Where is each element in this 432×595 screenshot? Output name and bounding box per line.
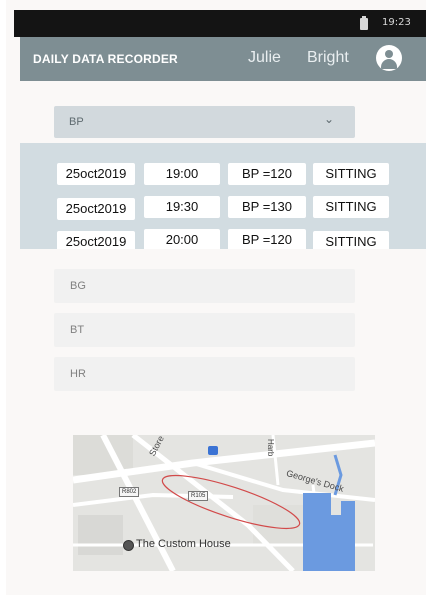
readings-panel: 25oct2019 19:00 BP =120 SITTING 25oct201… (20, 143, 426, 249)
street-label: Harb (266, 439, 275, 457)
bt-field[interactable]: BT (54, 313, 355, 347)
reading-position: SITTING (313, 231, 389, 249)
reading-time: 20:00 (144, 229, 220, 249)
reading-value: BP =130 (228, 196, 306, 218)
measure-type-select[interactable]: BP ⌄ (54, 106, 355, 138)
chevron-down-icon: ⌄ (324, 112, 335, 126)
bg-label: BG (70, 280, 86, 292)
road-badge: R802 (119, 487, 140, 497)
transit-icon (208, 446, 218, 455)
reading-date: 25oct2019 (57, 163, 135, 185)
avatar-body (381, 59, 397, 69)
bg-field[interactable]: BG (54, 269, 355, 303)
avatar-icon[interactable] (376, 45, 402, 71)
map-canvas (73, 435, 375, 571)
hr-field[interactable]: HR (54, 357, 355, 391)
map-place-label: The Custom House (136, 538, 231, 550)
reading-position: SITTING (313, 163, 389, 185)
reading-date: 25oct2019 (57, 198, 135, 220)
avatar-head (385, 50, 393, 58)
location-map[interactable]: Store St George's Dock Harb R802 R105 Th… (73, 435, 375, 571)
status-bar: 19:23 (14, 10, 426, 37)
reading-date: 25oct2019 (57, 231, 135, 249)
reading-time: 19:30 (144, 196, 220, 218)
reading-time: 19:00 (144, 163, 220, 185)
reading-value: BP =120 (228, 229, 306, 249)
battery-icon (360, 16, 368, 30)
app-title: DAILY DATA RECORDER (33, 52, 178, 66)
reading-value: BP =120 (228, 163, 306, 185)
user-first-name: Julie (248, 49, 281, 66)
measure-type-selected: BP (69, 116, 84, 128)
user-last-name: Bright (307, 49, 349, 66)
hr-label: HR (70, 368, 86, 380)
road-badge: R105 (188, 491, 209, 501)
bt-label: BT (70, 324, 85, 336)
app-header: DAILY DATA RECORDER Julie Bright (20, 37, 426, 81)
landmark-icon (123, 540, 134, 551)
status-time: 19:23 (382, 17, 411, 28)
reading-position: SITTING (313, 196, 389, 218)
